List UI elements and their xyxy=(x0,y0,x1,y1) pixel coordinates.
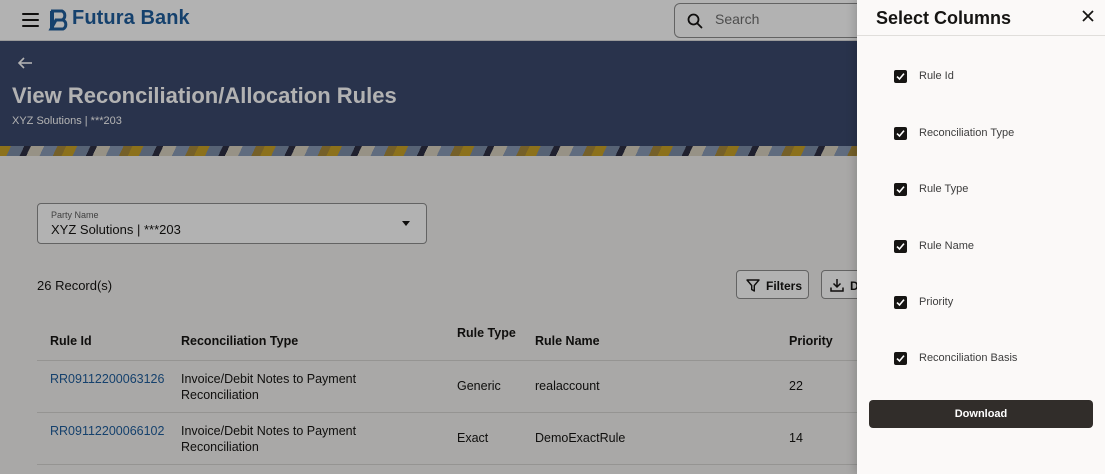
select-columns-panel: Select Columns Rule Id Reconciliation Ty… xyxy=(857,0,1105,474)
column-option-label: Reconciliation Basis xyxy=(919,352,1018,364)
checkbox-checked-icon[interactable] xyxy=(894,240,907,253)
column-option-label: Rule Type xyxy=(919,183,969,195)
checkbox-checked-icon[interactable] xyxy=(894,183,907,196)
checkbox-checked-icon[interactable] xyxy=(894,296,907,309)
column-option-label: Priority xyxy=(919,296,954,308)
checkbox-checked-icon[interactable] xyxy=(894,127,907,140)
panel-header: Select Columns xyxy=(857,0,1105,36)
column-option-label: Rule Id xyxy=(919,70,954,82)
close-icon[interactable] xyxy=(1082,10,1094,22)
checkbox-checked-icon[interactable] xyxy=(894,70,907,83)
checkbox-checked-icon[interactable] xyxy=(894,352,907,365)
panel-title: Select Columns xyxy=(876,8,1012,28)
download-columns-button[interactable]: Download xyxy=(869,400,1093,428)
column-option-label: Rule Name xyxy=(919,240,975,252)
column-option-label: Reconciliation Type xyxy=(919,127,1015,139)
modal-overlay[interactable] xyxy=(0,0,857,474)
